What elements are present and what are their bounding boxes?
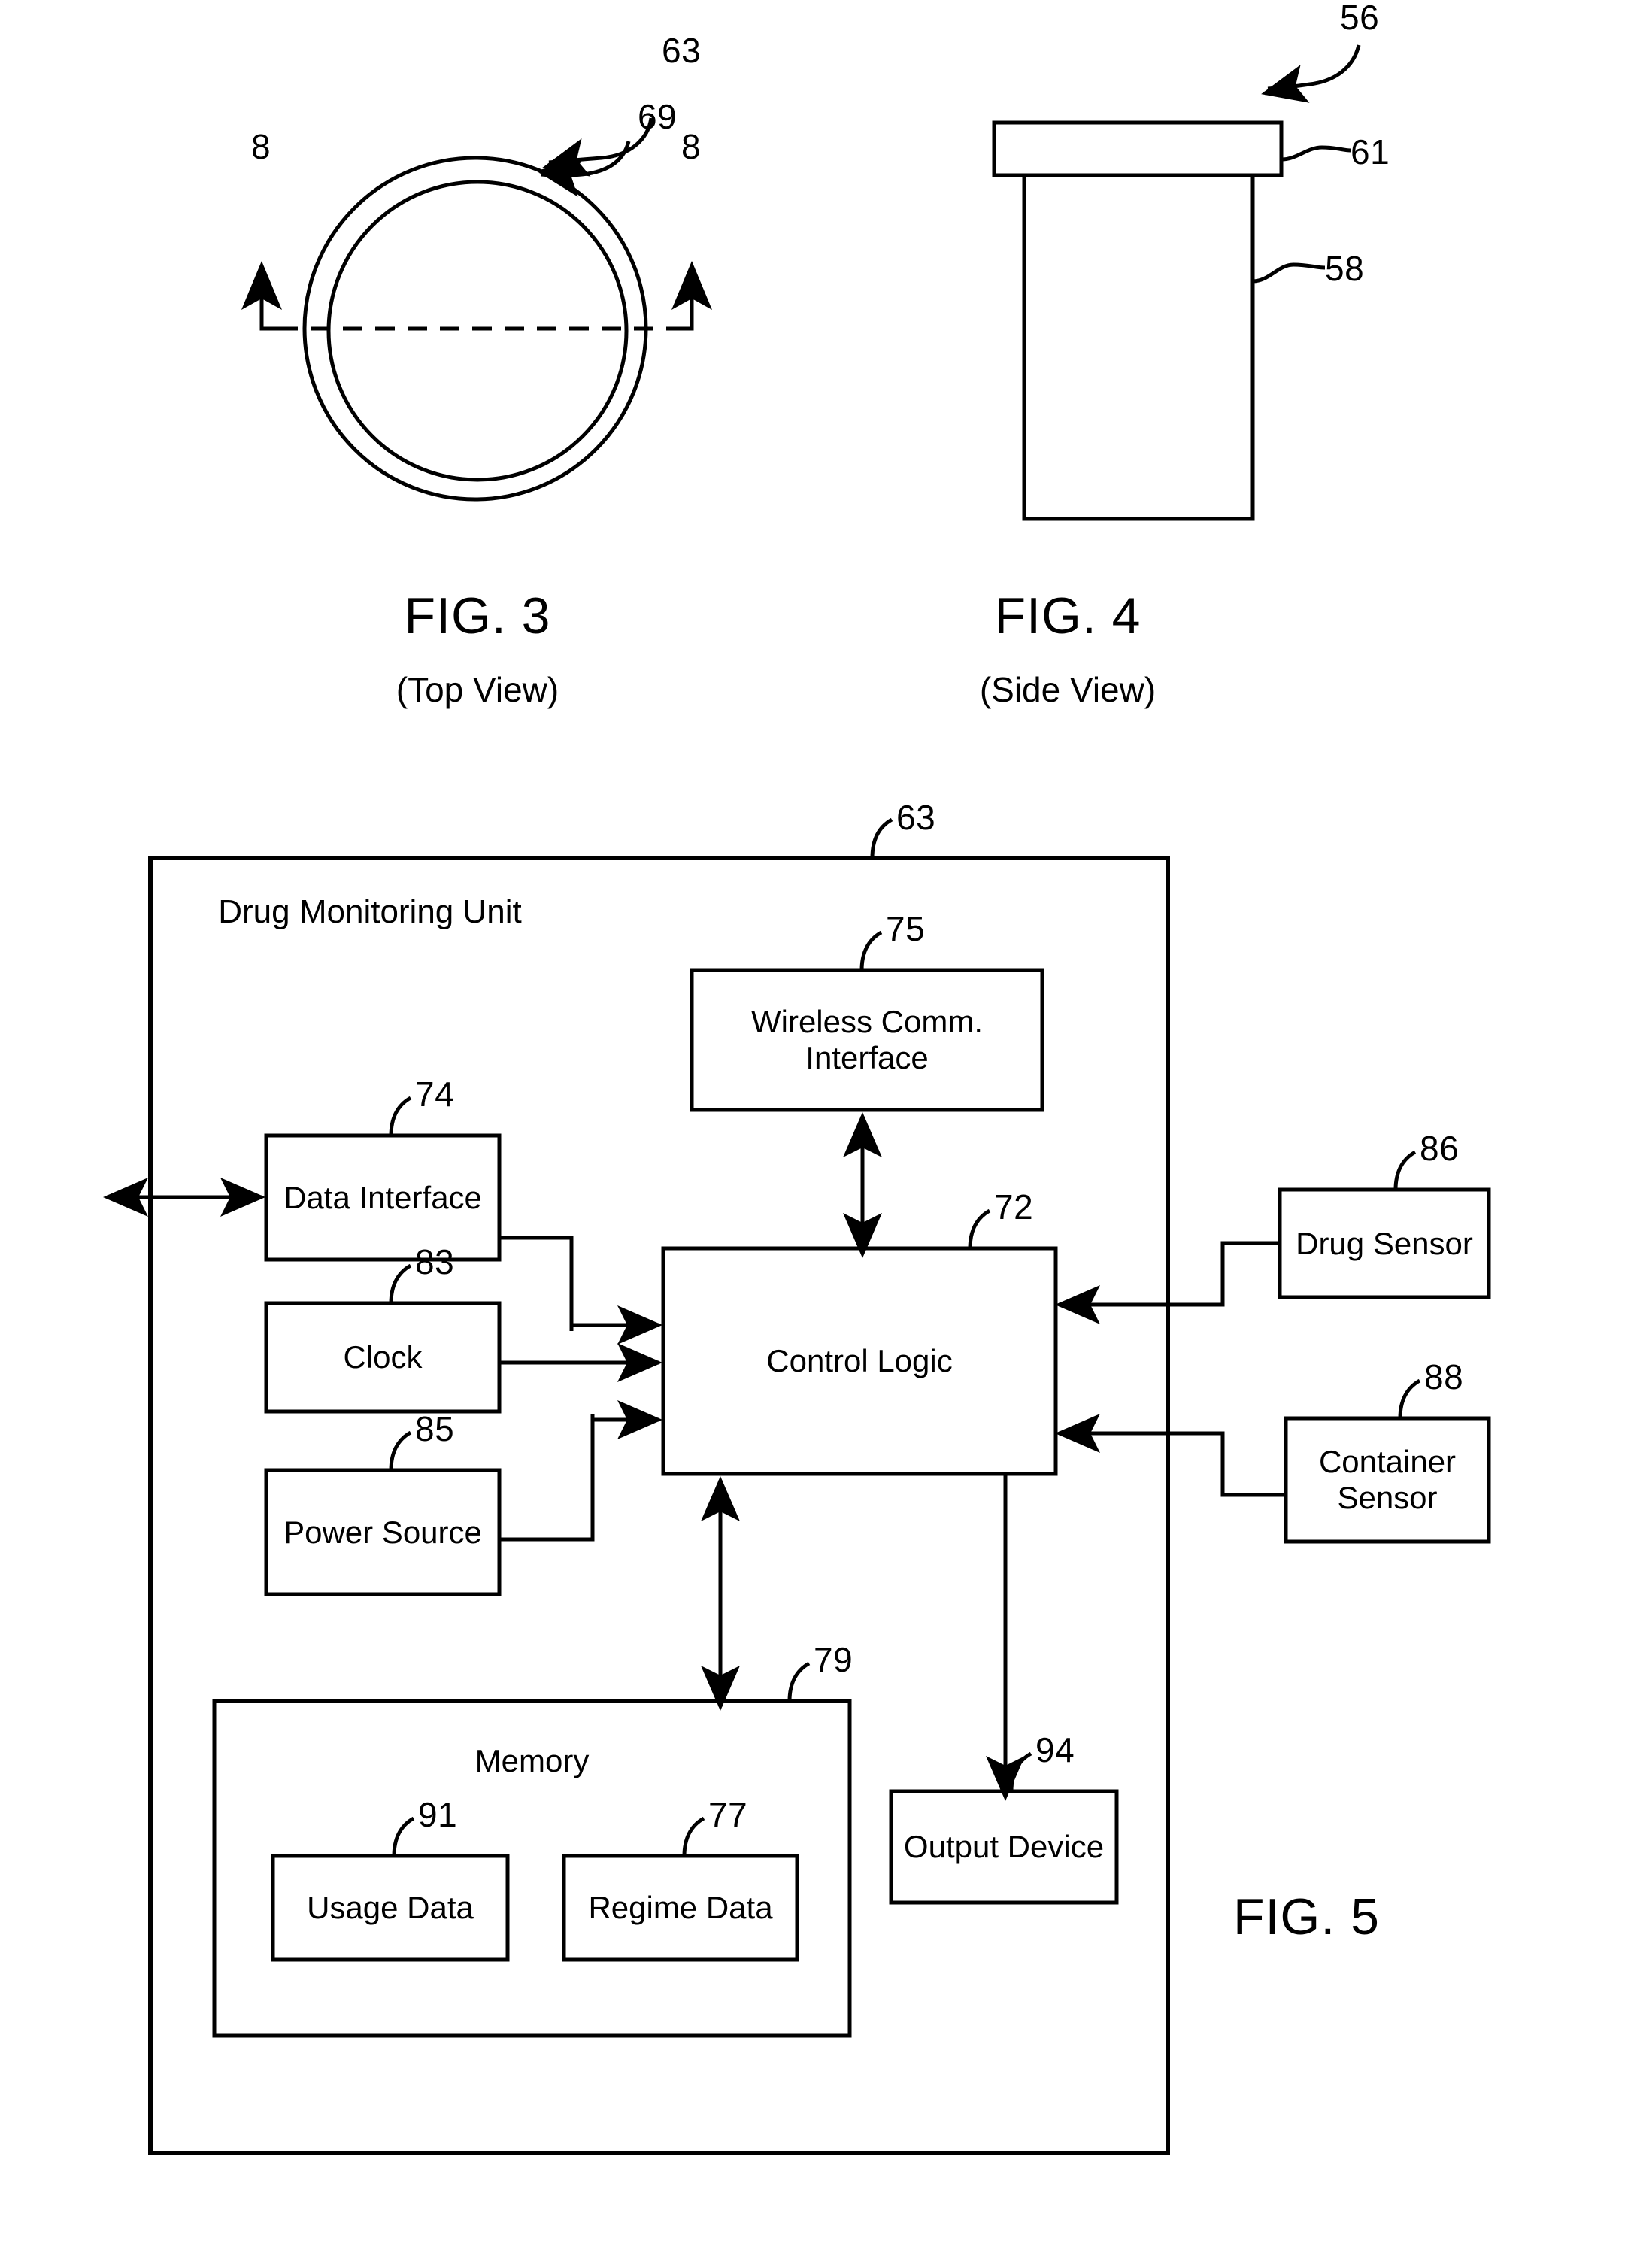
label-memory: Memory <box>474 1743 590 1778</box>
label-drug-sensor: Drug Sensor <box>1296 1225 1473 1261</box>
lead-line-79 <box>787 1661 811 1702</box>
lead-line-58 <box>1252 262 1326 284</box>
label-control-logic: Control Logic <box>766 1343 953 1378</box>
container-body-58 <box>1022 175 1255 521</box>
ref-number-69-fig3: 69 <box>638 97 678 136</box>
fig3-caption: FIG. 3 <box>404 587 551 644</box>
ref-number-72: 72 <box>994 1187 1034 1226</box>
section-arrow-right <box>671 261 712 331</box>
ref-number-63-fig3: 63 <box>662 31 702 70</box>
lead-line-75 <box>859 930 883 971</box>
lead-line-88 <box>1398 1378 1421 1419</box>
lead-line-74 <box>389 1096 412 1136</box>
ref-number-63-fig5: 63 <box>896 798 936 837</box>
lead-line-61 <box>1281 145 1351 162</box>
connector-container-sensor-to-control-logic <box>1055 1413 1286 1497</box>
ref-number-56-fig4: 56 <box>1340 0 1380 37</box>
drug-monitoring-unit-title: Drug Monitoring Unit <box>218 893 522 930</box>
section-mark-left-8: 8 <box>251 127 271 166</box>
ref-number-88: 88 <box>1424 1357 1464 1396</box>
lead-line-83 <box>389 1263 412 1304</box>
ref-number-94: 94 <box>1035 1730 1075 1769</box>
label-regime-data: Regime Data <box>588 1890 773 1925</box>
ref-number-85: 85 <box>415 1409 455 1448</box>
lead-line-63-fig5 <box>870 817 893 859</box>
fig4-container-side-view <box>992 120 1284 521</box>
label-wireless-comm-interface: Wireless Comm. Interface <box>750 1004 983 1075</box>
fig4-caption: FIG. 4 <box>994 587 1141 644</box>
label-clock: Clock <box>343 1339 423 1375</box>
connector-data-interface-to-control-logic <box>499 1236 662 1345</box>
inner-ring-69 <box>326 180 629 482</box>
ref-number-86: 86 <box>1420 1129 1460 1168</box>
ref-number-61-fig4: 61 <box>1351 132 1390 171</box>
label-container-sensor: Container Sensor <box>1318 1444 1457 1515</box>
connector-drug-sensor-to-control-logic <box>1055 1241 1280 1324</box>
patent-drawing-sheet: 63 69 8 8 FIG. 3 (Top View) 56 61 58 FIG… <box>0 0 1637 2268</box>
outer-ring-63 <box>302 156 648 502</box>
label-output-device: Output Device <box>903 1829 1105 1864</box>
lead-line-56-fig4 <box>1261 44 1361 103</box>
fig3-cap-top-view-rings <box>302 156 648 502</box>
container-cap-61 <box>992 120 1284 177</box>
lead-line-77 <box>682 1816 705 1857</box>
section-arrow-left <box>241 261 282 331</box>
fig3-subcaption: (Top View) <box>396 670 559 709</box>
ref-number-75: 75 <box>886 909 926 948</box>
ref-number-91: 91 <box>418 1795 458 1834</box>
lead-line-85 <box>389 1430 412 1471</box>
label-power-source: Power Source <box>283 1514 482 1550</box>
connector-power-source-to-control-logic <box>499 1400 662 1542</box>
ref-number-77: 77 <box>708 1795 748 1834</box>
ref-number-58-fig4: 58 <box>1325 249 1365 288</box>
fig4-subcaption: (Side View) <box>979 670 1157 709</box>
fig5-caption: FIG. 5 <box>1233 1888 1380 1945</box>
lead-line-94 <box>1009 1751 1032 1792</box>
lead-line-86 <box>1393 1150 1417 1190</box>
section-mark-right-8: 8 <box>681 127 701 166</box>
lead-line-69-fig3 <box>536 141 631 197</box>
label-data-interface: Data Interface <box>283 1179 482 1215</box>
ref-number-83: 83 <box>415 1242 455 1281</box>
lead-line-63-fig3 <box>542 117 653 177</box>
ref-number-74: 74 <box>415 1075 455 1114</box>
lead-line-72 <box>968 1208 991 1249</box>
ref-number-79: 79 <box>814 1640 853 1679</box>
lead-line-91 <box>392 1816 415 1857</box>
label-usage-data: Usage Data <box>307 1890 474 1925</box>
